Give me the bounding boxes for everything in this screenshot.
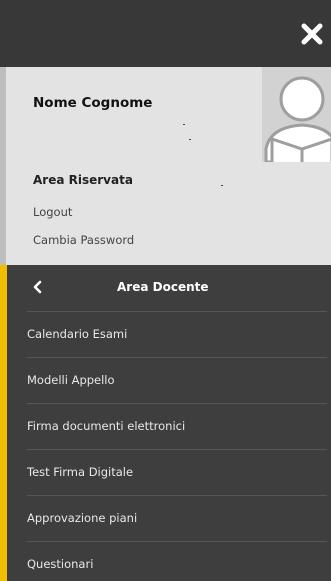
menu-item-label: Firma documenti elettronici [27,419,186,433]
menu-item-modelli-appello[interactable]: Modelli Appello [7,357,331,403]
menu-item-label: Calendario Esami [27,327,128,341]
menu-item-test-firma-digitale[interactable]: Test Firma Digitale [7,449,331,495]
speck [183,124,185,125]
divider [27,403,327,404]
menu-title: Area Docente [117,280,209,294]
chevron-left-icon [33,280,42,294]
menu-item-firma-documenti[interactable]: Firma documenti elettronici [7,403,331,449]
close-icon [301,23,323,45]
user-name: Nome Cognome [33,95,153,111]
top-bar [0,0,331,67]
side-menu: Area Docente Calendario Esami Modelli Ap… [0,265,331,581]
menu-item-label: Test Firma Digitale [27,465,134,479]
divider [27,311,327,312]
area-riservata-label: Area Riservata [33,173,133,187]
divider [27,449,327,450]
menu-item-label: Modelli Appello [27,373,115,387]
divider [27,357,327,358]
speck [221,185,223,186]
menu-item-questionari[interactable]: Questionari [7,541,331,581]
divider [27,541,327,542]
menu-item-calendario-esami[interactable]: Calendario Esami [7,311,331,357]
user-panel: Nome Cognome Area Riservata Logout Cambi… [0,67,331,265]
divider [27,495,327,496]
logout-link[interactable]: Logout [33,205,72,219]
user-avatar-icon [264,76,331,164]
menu-item-label: Approvazione piani [27,511,138,525]
avatar [262,67,331,164]
speck [189,139,191,140]
menu-back-header[interactable]: Area Docente [7,265,331,311]
menu-item-label: Questionari [27,557,94,571]
change-password-link[interactable]: Cambia Password [33,233,134,247]
menu-item-approvazione-piani[interactable]: Approvazione piani [7,495,331,541]
close-button[interactable] [297,19,327,49]
